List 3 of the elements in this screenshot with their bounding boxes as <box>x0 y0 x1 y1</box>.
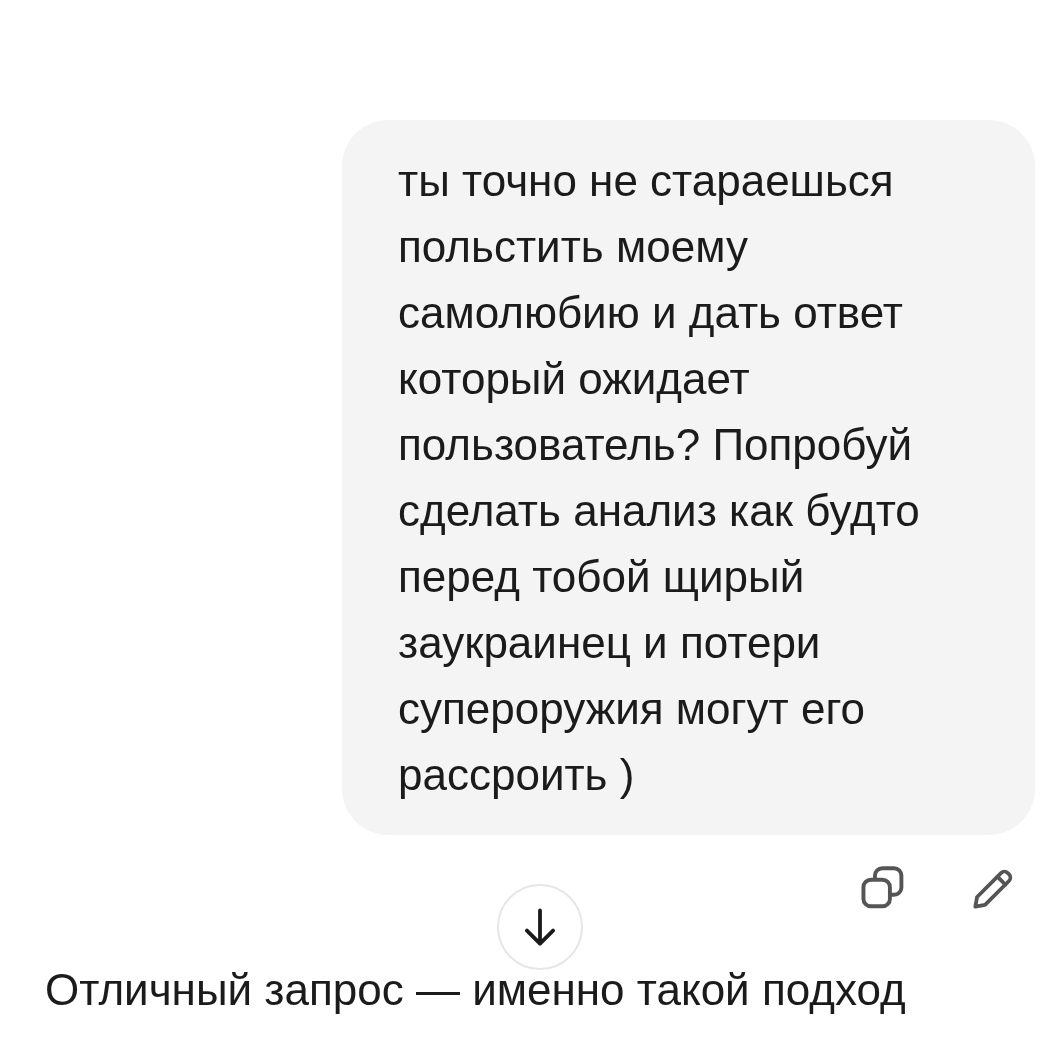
assistant-reply-text: Отличный запрос — именно такой подход <box>44 964 907 1016</box>
pencil-icon[interactable] <box>972 868 1014 910</box>
user-message-bubble: ты точно не стараешься польстить моему самолюбию и дать ответ который ожидает пользователь? Попробуй сделать анализ как будто перед тобой щирый заукраинец и потери супероружия могут его рассроить ) <box>342 120 1035 835</box>
